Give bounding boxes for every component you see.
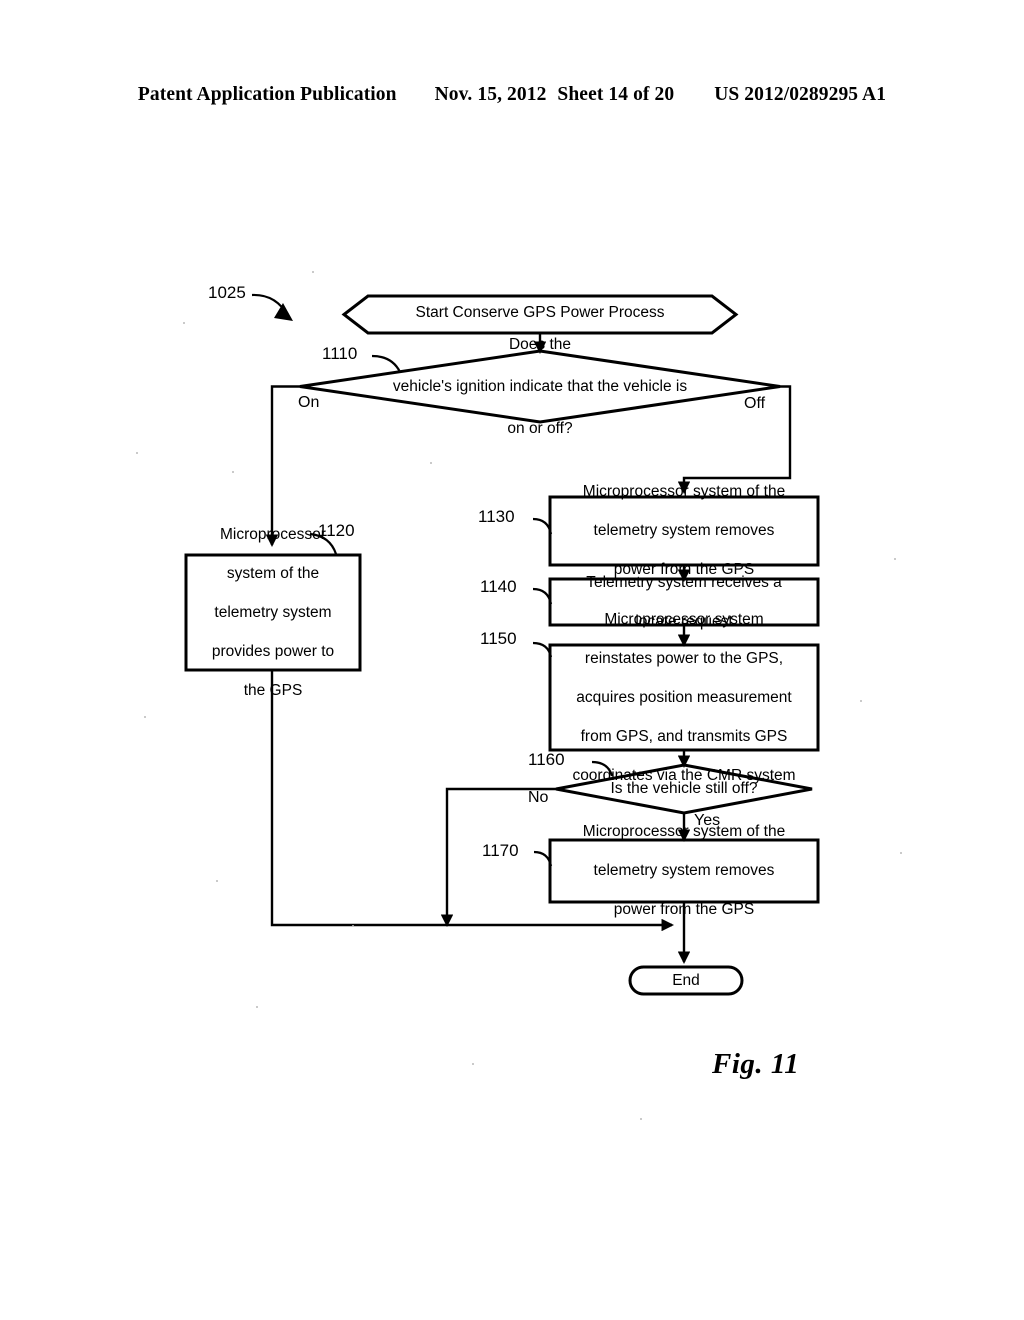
edge-label-no: No [528,789,549,806]
process-1170-shape [548,838,820,904]
scan-speck [640,1118,642,1120]
ref-num-1025: 1025 [208,283,246,302]
ref-num-1130: 1130 [478,507,515,526]
ref-1110-leader [371,354,401,373]
edge-1120-to-merge [270,670,674,932]
process-1120-shape [184,553,362,672]
scan-speck [232,471,234,473]
scan-speck [312,271,314,273]
end-terminator-shape [628,965,744,996]
process-1150-shape [548,643,820,752]
ref-1150-leader [532,641,553,658]
process-1130-shape [548,495,820,567]
ref-num-1160: 1160 [528,750,565,769]
ref-num-1140: 1140 [480,577,517,596]
scan-speck [144,716,146,718]
ref-num-1150: 1150 [480,629,517,648]
edge-1110-off-to-1130 [677,385,792,494]
flowchart-svg [184,293,820,996]
scan-speck [900,852,902,854]
scan-speck [256,1006,258,1008]
scan-speck [894,558,896,560]
edge-label-on: On [298,394,320,411]
decision-1110-shape [299,349,781,424]
ref-1130-leader [532,517,553,535]
scan-speck [352,925,354,927]
scan-speck [216,880,218,882]
process-1140-shape [548,577,820,627]
callout-1025-arrowhead [274,303,293,321]
ref-num-1120: 1120 [318,521,355,540]
figure-caption: Fig. 11 [712,1048,800,1080]
scan-speck [136,452,138,454]
edge-1110-on-to-1120 [265,385,300,547]
edge-label-off: Off [744,395,766,412]
ref-num-1170: 1170 [482,841,519,860]
scan-speck [472,1063,474,1065]
ref-num-1110: 1110 [322,344,358,363]
ref-1170-leader [533,850,553,867]
ref-1140-leader [532,587,553,605]
scan-speck [430,462,432,464]
flowchart-figure: Start Conserve GPS Power Process Does th… [0,0,1024,1320]
decision-1160-shape [555,763,813,815]
edge-label-yes: Yes [694,812,721,829]
scan-speck [183,322,185,324]
scan-speck [860,700,862,702]
start-terminator-shape [341,294,739,335]
ref-1160-leader [591,760,614,777]
